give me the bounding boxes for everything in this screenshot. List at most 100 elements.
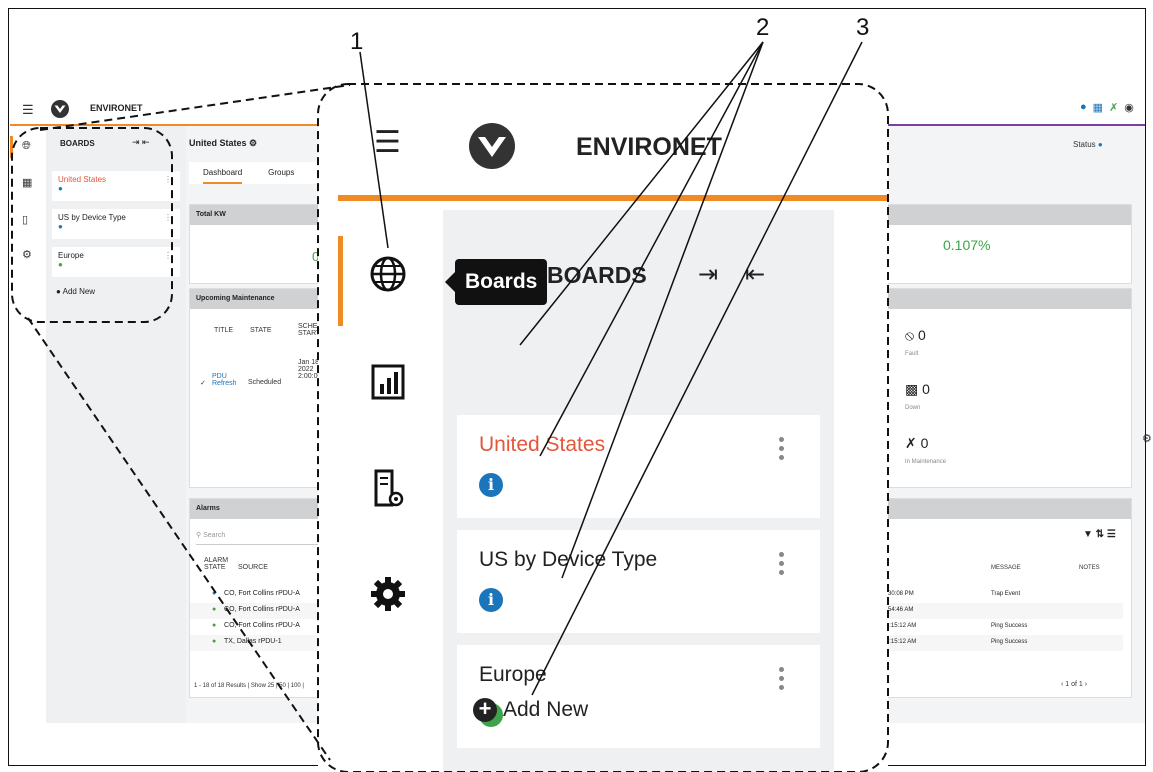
gear-icon[interactable] [368,574,408,614]
alarm-source: TX, Dallas rPDU-1 [224,638,282,645]
column-header[interactable]: STATE [250,327,272,334]
board-card[interactable]: Europe ● ⋮ [52,247,180,277]
add-new-button[interactable]: + Add New [473,698,588,722]
board-label: Europe [479,663,547,686]
column-header[interactable]: SOURCE [238,564,268,571]
board-card-europe[interactable]: Europe ✓ [457,645,820,748]
hamburger-icon[interactable]: ☰ [374,128,401,158]
globe-icon[interactable]: 🌐︎ [22,140,31,153]
info-icon: ● [58,184,63,193]
gear-icon[interactable]: ⚙ [1142,432,1152,445]
pager[interactable]: ‹ 1 of 1 › [1061,681,1087,688]
percent-value: 0.107% [943,237,991,253]
alarm-source: CO, Fort Collins rPDU-A [224,622,300,629]
tab-groups[interactable]: Groups [268,162,294,184]
ok-icon: ● [58,260,63,269]
board-card-united-states[interactable]: United States i [457,415,820,518]
alarm-time: 11:15:12 AM [883,623,917,629]
top-right-icons: ● ▦ ✗ ◉ [1080,101,1134,114]
fault-counter[interactable]: ⦸ 0 [905,327,926,344]
callout-number: 2 [756,14,770,41]
info-icon[interactable]: ● [1080,101,1087,114]
maintenance-counter[interactable]: ✗ 0 [905,435,928,452]
brand-name: ENVIRONET [90,103,143,113]
boards-header: BOARDS [547,262,647,288]
table-row[interactable]: 11:15:12 AM Ping Success [883,619,1123,635]
table-row[interactable]: ● CO, Fort Collins rPDU-A [190,587,338,603]
info-icon: ● [1097,140,1103,149]
panel-header [883,205,1131,225]
collapse-icon[interactable]: ⇤ [745,260,765,289]
table-row[interactable]: 11:15:12 AM Ping Success [883,635,1123,651]
maintenance-title-link[interactable]: PDU Refresh [212,373,242,387]
tab-dashboard[interactable]: Dashboard [203,162,243,184]
search-input[interactable]: ⚲ Search [196,527,336,545]
settings-icon[interactable]: ⚙ [249,138,257,148]
alarm-source: CO, Fort Collins rPDU-A [224,590,300,597]
brand-name: ENVIRONET [576,133,722,161]
table-row[interactable]: 9:54:46 AM [883,603,1123,619]
column-header[interactable]: NOTES [1079,565,1100,571]
more-icon[interactable] [779,552,785,579]
pager-total: of 1 [1071,681,1083,688]
pager-page[interactable]: 1 [1065,681,1069,688]
counter-label: In Maintenance [905,459,947,465]
more-icon[interactable] [779,437,785,464]
table-row[interactable]: ● TX, Dallas rPDU-1 [190,635,338,651]
device-settings-icon[interactable]: ▯ [22,213,28,226]
info-icon[interactable]: i [479,588,503,612]
zoomed-view: ☰ ENVIRONET BOARDS ⇥ ⇤ United States i U… [318,84,888,772]
table-row[interactable]: 5:30:08 PM Trap Event [883,587,1123,603]
results-count: 1 - 18 of 18 Results | Show 25 | 50 | 10… [194,683,304,689]
ok-icon: ● [212,638,217,645]
info-icon[interactable]: i [479,473,503,497]
more-icon[interactable] [779,667,785,694]
globe-icon[interactable] [368,254,408,294]
counter-value: 0 [922,381,930,397]
device-settings-icon[interactable] [368,469,408,509]
tools-icon[interactable]: ✗ [1109,101,1118,114]
alarm-time: 5:30:08 PM [883,591,914,597]
board-card[interactable]: US by Device Type ● ⋮ [52,209,180,239]
hamburger-icon[interactable]: ☰ [22,102,34,118]
table-row[interactable]: ● CO, Fort Collins rPDU-A [190,603,338,619]
maintenance-panel: Upcoming Maintenance TITLE STATE SCHEDUL… [189,288,339,488]
hierarchy-icon[interactable]: ▦ [1093,101,1103,114]
report-icon[interactable]: ▦ [22,176,32,189]
boards-tooltip: Boards [444,259,548,305]
panel-header [883,499,1131,519]
down-counter[interactable]: ▩ 0 [905,381,930,398]
column-header[interactable]: ALARM STATE [204,557,228,571]
panel-header: Upcoming Maintenance [190,289,338,309]
add-new-button[interactable]: ● Add New [56,287,95,296]
gear-icon[interactable]: ⚙ [22,248,32,261]
board-label: United States [58,175,107,184]
expand-icon[interactable]: ⇥ [698,260,718,289]
percent-panel: 0.107% [882,204,1132,284]
status-label[interactable]: Status ● [1073,140,1103,149]
column-header[interactable]: MESSAGE [991,565,1021,571]
more-icon[interactable]: ⋮ [164,251,172,260]
report-icon[interactable] [368,362,408,402]
board-card-us-by-device-type[interactable]: US by Device Type i [457,530,820,633]
user-icon[interactable]: ◉ [1124,101,1134,114]
boards-panel: BOARDS ⇥ ⇤ United States ● ⋮ US by Devic… [46,126,186,723]
more-icon[interactable]: ⋮ [164,175,172,184]
board-card[interactable]: United States ● ⋮ [52,171,180,201]
vertiv-logo-icon [51,100,69,118]
add-new-label: Add New [62,287,96,296]
alarm-source: CO, Fort Collins rPDU-A [224,606,300,613]
alarm-time: 9:54:46 AM [883,607,914,613]
alarm-message: Trap Event [991,591,1021,597]
search-placeholder: Search [203,532,226,539]
status-text: Status [1073,140,1096,149]
counter-label: Fault [905,351,919,357]
expand-collapse-icons[interactable]: ⇥ ⇤ [132,137,150,148]
tabs: Dashboard Groups F [189,162,339,184]
counter-label: Down [905,405,921,411]
more-icon[interactable]: ⋮ [164,213,172,222]
counter-value: 0 [918,327,926,343]
table-tools-icons[interactable]: ▼ ⇅ ☰ [1083,529,1116,540]
table-row[interactable]: ● CO, Fort Collins rPDU-A [190,619,338,635]
column-header[interactable]: TITLE [214,327,233,334]
